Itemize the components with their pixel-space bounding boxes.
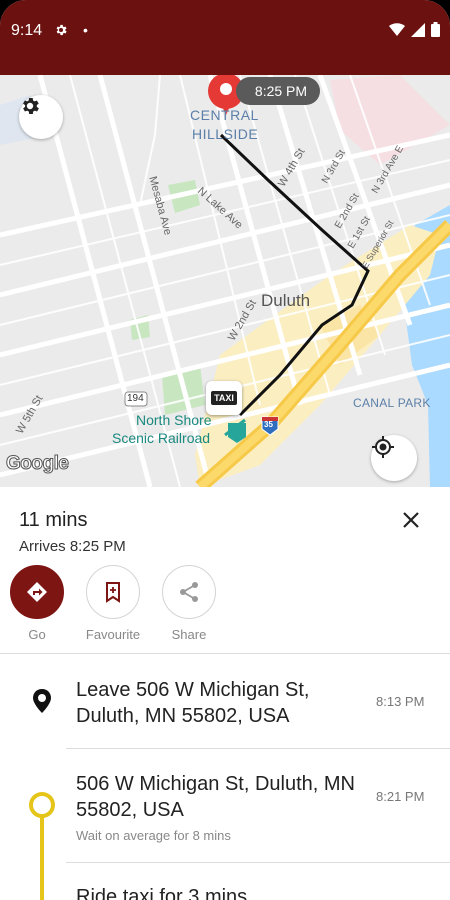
- map-label-duluth: Duluth: [261, 291, 311, 310]
- share-label: Share: [171, 627, 207, 642]
- taxi-label: TAXI: [211, 391, 237, 405]
- trip-arrival: Arrives 8:25 PM: [19, 538, 126, 555]
- step-note: Wait on average for 8 mins: [76, 828, 231, 843]
- step-title: Ride taxi for 3 mins: [76, 886, 248, 900]
- favourite-button[interactable]: Favourite: [83, 565, 143, 642]
- map-settings-button[interactable]: [19, 95, 63, 139]
- share-button[interactable]: Share: [159, 565, 219, 642]
- step-title: Leave 506 W Michigan St, Duluth, MN 5580…: [76, 679, 310, 727]
- trip-step[interactable]: Leave 506 W Michigan St, Duluth, MN 5580…: [0, 654, 450, 749]
- go-label: Go: [28, 627, 46, 642]
- favourite-button-circle[interactable]: [86, 565, 140, 619]
- bookmark-icon: [106, 582, 120, 603]
- route-map[interactable]: 8:25 PM CENTRAL HILLSIDE Duluth CANAL PA…: [0, 75, 450, 487]
- close-icon: [403, 512, 419, 528]
- favourite-label: Favourite: [85, 627, 141, 642]
- directions-icon: [27, 582, 47, 602]
- step-title: 506 W Michigan St, Duluth, MN 55802, USA: [76, 773, 355, 821]
- wifi-icon: [389, 22, 405, 36]
- phone-screen: 9:14 • 8:25 PM CENTRAL HILLSIDE Duluth C…: [0, 0, 450, 900]
- go-button-circle[interactable]: [10, 565, 64, 619]
- step-time: 8:21 PM: [376, 789, 425, 804]
- map-label-hwy-35: 35: [264, 420, 273, 429]
- map-label-hillside: HILLSIDE: [192, 126, 259, 142]
- settings-status-icon: [54, 23, 68, 40]
- taxi-marker[interactable]: TAXI: [206, 381, 242, 415]
- trip-details-sheet: 11 mins Arrives 8:25 PM Go Favourite Sha…: [0, 487, 450, 900]
- trip-step[interactable]: 506 W Michigan St, Duluth, MN 55802, USA…: [0, 749, 450, 900]
- my-location-button[interactable]: [371, 435, 417, 481]
- map-label-hwy-194: 194: [127, 393, 144, 404]
- map-label-canal-park: CANAL PARK: [353, 396, 431, 410]
- google-logo: Google: [5, 453, 69, 475]
- system-icons: [389, 22, 440, 37]
- map-label-north-shore: North Shore: [136, 412, 212, 428]
- battery-icon: [431, 22, 440, 37]
- share-icon: [180, 582, 198, 602]
- signal-icon: [411, 22, 425, 37]
- my-location-icon: [372, 436, 394, 458]
- status-bar: 9:14 •: [0, 0, 450, 75]
- map-label-scenic-railroad: Scenic Railroad: [112, 430, 211, 446]
- location-pin-icon: [33, 689, 51, 713]
- trip-duration: 11 mins: [19, 509, 88, 531]
- gear-icon: [23, 98, 39, 114]
- step-time: 8:13 PM: [376, 694, 425, 709]
- pickup-time-chip: 8:25 PM: [236, 77, 320, 105]
- notification-dot-icon: •: [83, 22, 88, 38]
- trip-step[interactable]: Ride taxi for 3 mins: [0, 863, 450, 900]
- go-button[interactable]: Go: [7, 565, 67, 642]
- status-time: 9:14: [11, 22, 43, 39]
- share-button-circle[interactable]: [162, 565, 216, 619]
- map-label-central: CENTRAL: [190, 107, 259, 123]
- close-button[interactable]: [396, 505, 426, 535]
